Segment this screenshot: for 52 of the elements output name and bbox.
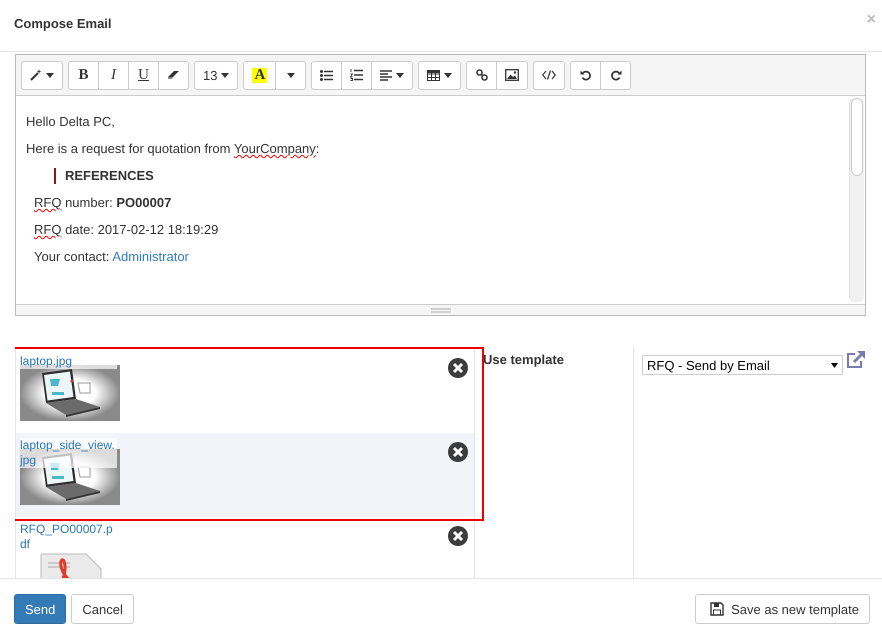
remove-icon[interactable] (448, 442, 468, 462)
remove-icon[interactable] (448, 526, 468, 546)
align-left-icon (380, 70, 392, 80)
image-button[interactable] (496, 60, 528, 90)
body-text: RFQ number: PO00007 (34, 195, 172, 211)
magic-wand-icon (30, 69, 42, 81)
code-button[interactable] (533, 60, 566, 90)
eraser-button[interactable] (158, 60, 189, 90)
bullets-button[interactable] (311, 60, 342, 90)
body-text: Here is a request for quotation from YourCompany: (26, 141, 320, 157)
resize-handle[interactable] (16, 304, 865, 315)
italic-button[interactable]: I (98, 60, 129, 90)
align-button[interactable] (371, 60, 414, 90)
numbers-button[interactable] (341, 60, 372, 90)
contact-link[interactable]: Administrator (112, 249, 189, 264)
caret-icon (831, 362, 838, 368)
redo-button[interactable] (600, 60, 632, 90)
image-icon (505, 69, 520, 81)
link-button[interactable] (466, 60, 498, 90)
template-label: Use template (483, 352, 564, 367)
body-text: RFQ date: 2017-02-12 18:19:29 (34, 222, 220, 238)
body-text: Your contact: Administrator (34, 249, 190, 265)
table-button[interactable] (418, 60, 462, 90)
quote-heading: REFERENCES (54, 168, 839, 184)
text-button[interactable]: 13 (194, 60, 238, 90)
bold-button[interactable]: B (68, 60, 99, 90)
caret-icon (286, 72, 295, 78)
save-template-button[interactable]: Save as new template (695, 594, 870, 624)
undo-icon (580, 69, 592, 81)
redo-icon (610, 69, 622, 81)
external-link-icon[interactable] (846, 351, 866, 369)
eraser-icon (167, 70, 180, 80)
link-icon (476, 69, 488, 81)
table-icon (427, 70, 440, 80)
send-button[interactable]: Send (14, 594, 66, 624)
numbered-list-icon (350, 69, 364, 81)
scrollbar[interactable] (849, 98, 864, 302)
attachment-link[interactable]: laptop.jpg (20, 354, 117, 369)
underline-button[interactable]: U (128, 60, 159, 90)
code-icon (542, 70, 556, 80)
wand-button[interactable] (21, 60, 63, 90)
body-text: Hello Delta PC, (26, 114, 116, 130)
remove-icon[interactable] (448, 358, 468, 378)
cancel-button[interactable]: Cancel (71, 594, 134, 624)
undo-button[interactable] (570, 60, 602, 90)
caret-button[interactable] (275, 60, 306, 90)
template-select[interactable]: RFQ - Send by Email (642, 355, 843, 375)
dialog-title: Compose Email (14, 16, 112, 31)
bulleted-list-icon (320, 70, 334, 80)
attachment-link[interactable]: laptop_side_view.jpg (20, 438, 117, 468)
attachment-row[interactable]: laptop_side_view.jpg (16, 433, 474, 517)
highlight-button[interactable]: A (243, 60, 276, 90)
